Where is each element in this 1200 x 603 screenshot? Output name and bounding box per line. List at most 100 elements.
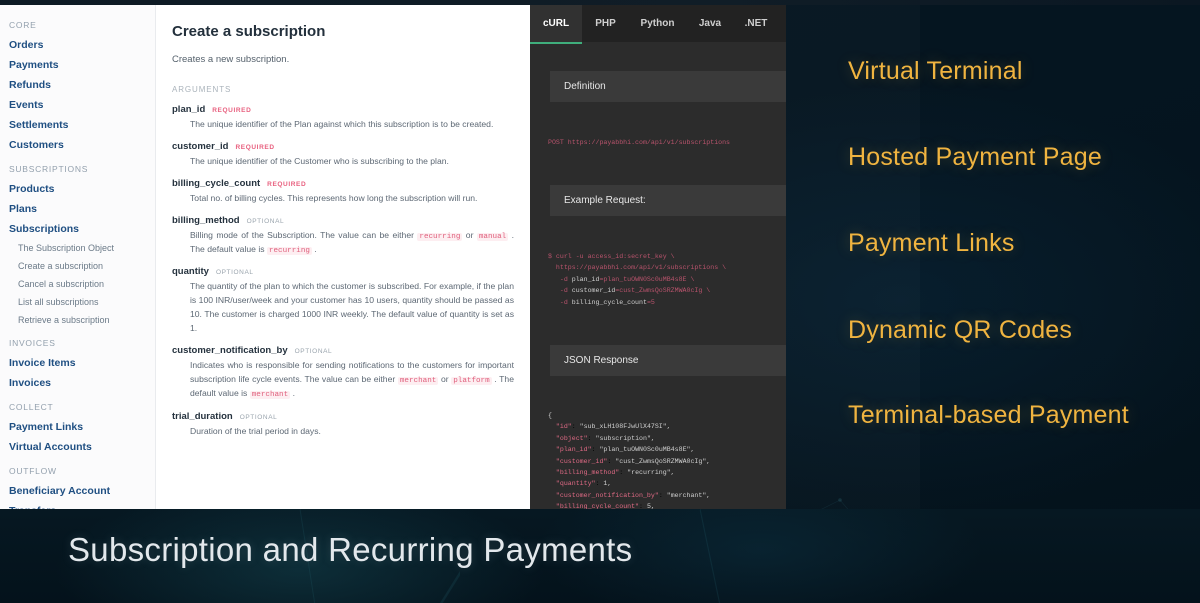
argument-description: The unique identifier of the Plan agains…	[190, 119, 494, 129]
sidebar-item-virtual-accounts[interactable]: Virtual Accounts	[0, 437, 155, 457]
code-language-tabs[interactable]: cURLPHPPythonJava.NETNodeRuby	[530, 5, 786, 44]
inline-code: merchant	[397, 376, 439, 385]
inline-code: recurring	[417, 232, 463, 241]
example-request-header: Example Request:	[550, 185, 786, 216]
argument-customer_notification_by: customer_notification_by OPTIONAL Indicate…	[172, 345, 514, 402]
sidebar-group-label: COLLECT	[9, 402, 54, 412]
argument-name: plan_id	[172, 104, 206, 115]
sidebar-group-label: SUBSCRIPTIONS	[9, 164, 89, 174]
feature-terminal-based-payment: Terminal-based Payment	[848, 401, 1129, 429]
argument-header: quantity OPTIONAL	[172, 266, 514, 277]
definition-endpoint: POST https://payabbhi.com/api/v1/subscri…	[548, 139, 731, 146]
page-lead: Creates a new subscription.	[172, 54, 290, 65]
argument-billing_cycle_count: billing_cycle_count REQUIRED Total no. of …	[172, 178, 514, 206]
page-title: Create a subscription	[172, 23, 326, 40]
sidebar-item-cancel-a-subscription[interactable]: Cancel a subscription	[0, 275, 155, 293]
sidebar-item-transfers[interactable]: Transfers	[0, 501, 155, 509]
tab-net[interactable]: .NET	[734, 5, 778, 42]
sidebar-group-label: CORE	[9, 20, 37, 30]
sidebar-item-the-subscription-object[interactable]: The Subscription Object	[0, 239, 155, 257]
sidebar-item-create-a-subscription[interactable]: Create a subscription	[0, 257, 155, 275]
code-line: -d billing_cycle_count=5	[548, 298, 655, 306]
required-badge: REQUIRED	[212, 107, 252, 114]
code-panel: cURLPHPPythonJava.NETNodeRuby Definition…	[530, 5, 786, 509]
argument-description: Indicates who is responsible for sending…	[190, 360, 514, 400]
argument-header: billing_cycle_count REQUIRED	[172, 178, 514, 189]
tab-java[interactable]: Java	[686, 5, 734, 42]
feature-hosted-payment-page: Hosted Payment Page	[848, 143, 1102, 171]
argument-name: billing_method	[172, 214, 240, 226]
sidebar-item-invoice-items[interactable]: Invoice Items	[0, 353, 155, 373]
code-line: "object": "subscription",	[555, 434, 655, 442]
argument-trial_duration: trial_duration OPTIONAL Duration of the tr…	[172, 411, 514, 439]
argument-customer_id: customer_id REQUIRED The unique identifier…	[172, 141, 514, 169]
code-line: "quantity": 1,	[555, 480, 612, 488]
docs-content: Create a subscription Creates a new subs…	[156, 5, 530, 509]
docs-sidebar[interactable]: CORE Orders Payments Refunds Events Settlemen…	[0, 5, 156, 509]
inline-code: platform	[451, 376, 492, 385]
sidebar-item-products[interactable]: Products	[0, 179, 155, 199]
sidebar-item-events[interactable]: Events	[0, 95, 155, 115]
argument-description: Total no. of billing cycles. This repres…	[190, 192, 478, 203]
code-line: "billing_method": "recurring",	[555, 469, 675, 477]
sidebar-item-beneficiary-account[interactable]: Beneficiary Account	[0, 481, 155, 501]
sidebar-item-list-all-subscriptions[interactable]: List all subscriptions	[0, 293, 155, 311]
code-line: -d plan_id=plan_tuOWN0Sc0uMB4s8E \	[548, 275, 695, 283]
feature-virtual-terminal: Virtual Terminal	[848, 57, 1023, 85]
optional-badge: OPTIONAL	[215, 269, 254, 277]
sidebar-item-settlements[interactable]: Settlements	[0, 115, 155, 135]
sidebar-item-customers[interactable]: Customers	[0, 135, 155, 155]
optional-badge: OPTIONAL	[239, 413, 278, 421]
argument-header: billing_method OPTIONAL	[172, 215, 514, 226]
code-line: -d customer_id=cust_ZwmsQoSRZMWA0cIg \	[548, 287, 711, 295]
banner-title: Subscription and Recurring Payments	[68, 531, 633, 568]
tab-curl[interactable]: cURL	[530, 5, 582, 44]
code-line: $ curl -u access_id:secret_key \	[548, 253, 675, 260]
inline-code: manual	[476, 232, 509, 241]
code-line: "plan_id": "plan_tuOWN0Sc0uMB4s8E",	[555, 446, 695, 454]
tab-python[interactable]: Python	[629, 5, 686, 42]
sidebar-item-invoices[interactable]: Invoices	[0, 373, 155, 393]
argument-description: The quantity of the plan to which the cu…	[190, 281, 514, 334]
argument-header: trial_duration OPTIONAL	[172, 411, 514, 422]
argument-header: plan_id REQUIRED	[172, 104, 514, 115]
argument-header: customer_id REQUIRED	[172, 141, 514, 152]
required-badge: REQUIRED	[267, 180, 307, 188]
argument-plan_id: plan_id REQUIRED The unique identifier of …	[172, 104, 514, 132]
json-response-code: { "id": "sub_xLH108FJwUlX47SI", "object"…	[548, 410, 710, 509]
code-line: "billing_cycle_count": 5,	[555, 503, 655, 509]
example-request-code: $ curl -u access_id:secret_key \ https:/…	[548, 251, 726, 308]
argument-description: Billing mode of the Subscription. The va…	[190, 229, 514, 256]
sidebar-item-orders[interactable]: Orders	[0, 35, 155, 55]
argument-name: quantity	[172, 266, 209, 278]
feature-list: Virtual Terminal Hosted Payment Page Payme…	[786, 0, 1200, 509]
sidebar-item-payments[interactable]: Payments	[0, 55, 155, 75]
code-line: "customer_notification_by": "merchant",	[555, 491, 711, 499]
code-line: https://payabbhi.com/api/v1/subscription…	[548, 264, 727, 272]
inline-code: recurring	[266, 247, 312, 256]
argument-header: customer_notification_by OPTIONAL	[172, 345, 514, 356]
slide-stage: CORE Orders Payments Refunds Events Settlemen…	[0, 0, 1200, 603]
arguments-section-label: ARGUMENTS	[172, 85, 232, 94]
argument-name: customer_id	[172, 140, 229, 152]
sidebar-item-payment-links[interactable]: Payment Links	[0, 417, 155, 437]
argument-quantity: quantity OPTIONAL The quantity of the plan…	[172, 266, 514, 336]
argument-description: The unique identifier of the Customer wh…	[190, 155, 449, 166]
tab-node[interactable]: Node	[778, 5, 786, 42]
optional-badge: OPTIONAL	[294, 348, 333, 356]
sidebar-group-label: INVOICES	[9, 338, 56, 348]
optional-badge: OPTIONAL	[246, 217, 285, 225]
feature-dynamic-qr-codes: Dynamic QR Codes	[848, 316, 1073, 344]
required-badge: REQUIRED	[235, 143, 275, 151]
tab-php[interactable]: PHP	[582, 5, 629, 42]
inline-code: merchant	[249, 391, 291, 400]
sidebar-item-subscriptions[interactable]: Subscriptions	[0, 219, 155, 239]
bottom-banner: Subscription and Recurring Payments	[0, 509, 1200, 603]
definition-block-header: Definition	[550, 71, 786, 102]
json-response-header: JSON Response	[550, 345, 786, 376]
sidebar-item-plans[interactable]: Plans	[0, 199, 155, 219]
argument-name: billing_cycle_count	[172, 177, 261, 189]
argument-billing_method: billing_method OPTIONAL Billing mode of th…	[172, 215, 514, 258]
sidebar-item-refunds[interactable]: Refunds	[0, 75, 155, 95]
sidebar-item-retrieve-a-subscription[interactable]: Retrieve a subscription	[0, 311, 155, 329]
